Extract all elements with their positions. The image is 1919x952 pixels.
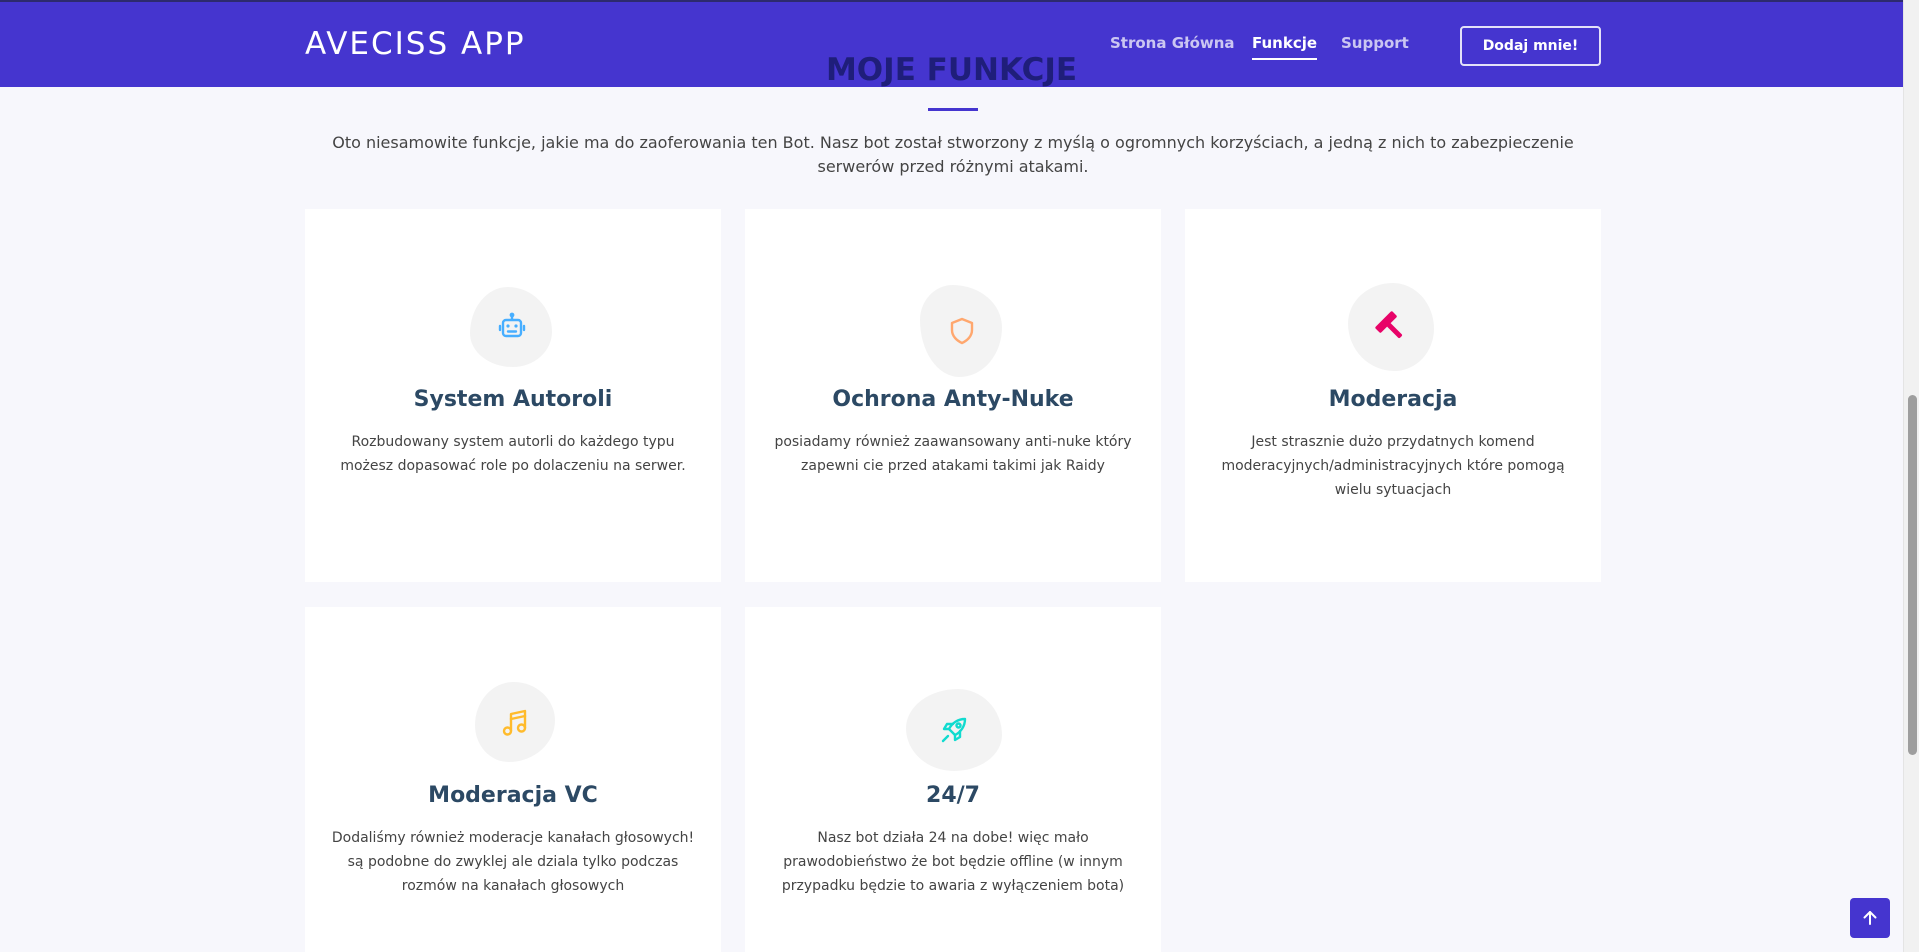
feature-card-voice-moderation: Moderacja VC Dodaliśmy również moderacje… — [305, 607, 721, 952]
feature-title[interactable]: 24/7 — [745, 783, 1161, 808]
feature-title[interactable]: Moderacja — [1185, 387, 1601, 412]
feature-title[interactable]: Moderacja VC — [305, 783, 721, 808]
feature-description: Dodaliśmy również moderacje kanałach gło… — [331, 830, 695, 894]
scrollbar-thumb[interactable] — [1908, 395, 1917, 755]
back-to-top-button[interactable] — [1850, 898, 1890, 938]
rocket-icon — [937, 713, 971, 747]
title-underline — [928, 108, 978, 111]
feature-description: Nasz bot działa 24 na dobe! więc mało pr… — [781, 830, 1125, 894]
feature-description: Rozbudowany system autorli do każdego ty… — [340, 434, 686, 474]
feature-description: Jest strasznie dużo przydatnych komend m… — [1221, 434, 1565, 498]
section-title: MOJE FUNKCJE — [825, 52, 1078, 88]
feature-card-autoroles: System Autoroli Rozbudowany system autor… — [305, 209, 721, 582]
arrow-up-icon — [1861, 909, 1879, 927]
feature-description: posiadamy również zaawansowany anti-nuke… — [774, 434, 1132, 474]
feature-title[interactable]: System Autoroli — [305, 387, 721, 412]
feature-card-uptime: 24/7 Nasz bot działa 24 na dobe! więc ma… — [745, 607, 1161, 952]
shield-icon — [945, 314, 979, 348]
feature-card-antinuke: Ochrona Anty-Nuke posiadamy również zaaw… — [745, 209, 1161, 582]
robot-icon — [495, 310, 529, 344]
music-icon — [498, 706, 532, 740]
feature-card-moderation: Moderacja Jest strasznie dużo przydatnyc… — [1185, 209, 1601, 582]
hammer-icon — [1374, 310, 1408, 344]
section-intro: Oto niesamowite funkcje, jakie ma do zao… — [332, 133, 1574, 176]
feature-title[interactable]: Ochrona Anty-Nuke — [745, 387, 1161, 412]
page-scrollbar[interactable] — [1903, 0, 1919, 952]
